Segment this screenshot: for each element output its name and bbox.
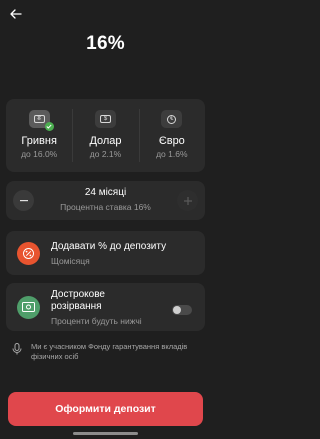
plus-icon [183,196,192,205]
deposit-rate-title: 16% [86,33,125,54]
add-percent-icon [17,241,40,265]
option-title: Додавати % до депозиту [51,240,167,252]
deposit-guarantee-notice: Ми є учасником Фонду гарантування вкладі… [12,342,207,362]
arrow-left-icon [10,9,22,19]
option-subtitle: Проценти будуть нижчі [51,315,142,326]
option-subtitle: Щомісяця [51,255,90,266]
back-button[interactable] [8,7,24,21]
currency-name: Долар [89,135,122,147]
term-increase-button[interactable] [177,190,198,211]
euro-icon: € [161,110,183,128]
submit-deposit-button[interactable]: Оформити депозит [8,392,203,426]
dollar-icon: $ [94,110,116,128]
hryvnia-icon: ₴ [28,110,54,131]
cash-icon [17,295,40,319]
early-termination-toggle[interactable] [172,305,192,315]
currency-rate: до 1.6% [156,149,188,159]
currency-rate: до 2.1% [89,149,122,159]
option-title: Дострокове розірвання [51,288,105,312]
home-indicator [73,432,138,435]
toggle-knob [173,306,181,314]
currency-selector: ₴ Гривня до 16.0% $ Долар до 2.1% € Євро… [6,99,205,172]
currency-option-usd[interactable]: $ Долар до 2.1% [72,99,138,172]
check-icon [44,122,54,131]
currency-name: Гривня [21,135,57,147]
term-interest-rate: Процентна ставка 16% [60,202,151,212]
option-early-termination: Дострокове розірвання Проценти будуть ни… [6,283,205,331]
notice-text: Ми є учасником Фонду гарантування вкладі… [31,342,188,361]
currency-name: Євро [158,135,185,147]
term-selector: 24 місяці Процентна ставка 16% [6,181,205,220]
term-value: 24 місяці [84,187,127,198]
currency-option-uah[interactable]: ₴ Гривня до 16.0% [6,99,72,172]
currency-option-eur[interactable]: € Євро до 1.6% [138,99,205,172]
currency-rate: до 16.0% [21,149,58,159]
option-add-interest[interactable]: Додавати % до депозиту Щомісяця [6,231,205,275]
microphone-icon [12,343,22,355]
